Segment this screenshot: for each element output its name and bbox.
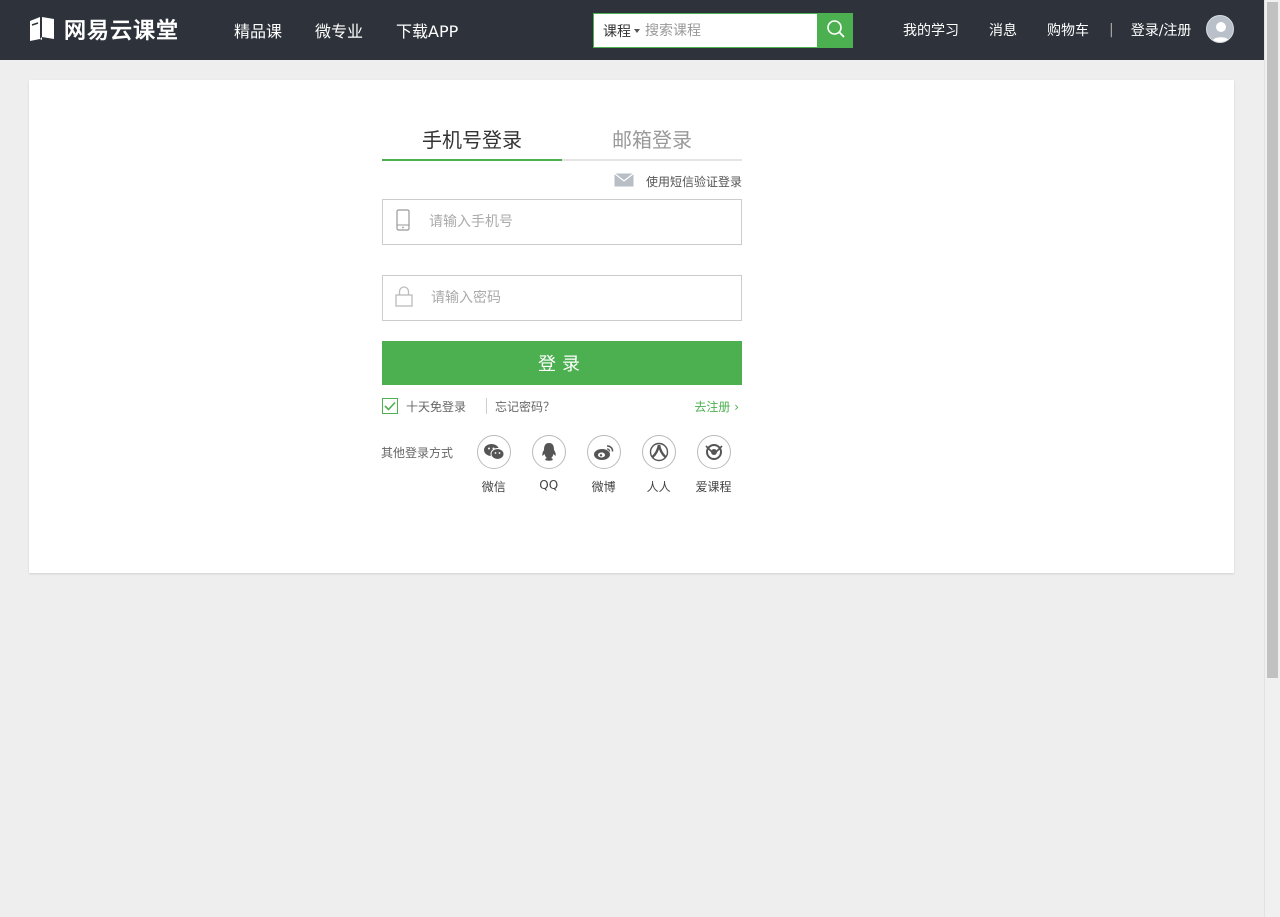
search-category-dropdown[interactable]: 课程 bbox=[603, 21, 640, 41]
login-register-link[interactable]: 登录/注册 bbox=[1131, 20, 1192, 40]
search-box: 课程 bbox=[593, 13, 818, 48]
renren-label: 人人 bbox=[646, 480, 671, 494]
scrollbar[interactable] bbox=[1264, 0, 1280, 917]
tab-phone-login[interactable]: 手机号登录 bbox=[382, 80, 562, 161]
search-input[interactable] bbox=[645, 22, 805, 39]
forgot-password-link[interactable]: 忘记密码？ bbox=[495, 398, 555, 415]
cart-link[interactable]: 购物车 bbox=[1047, 20, 1089, 40]
my-learning-link[interactable]: 我的学习 bbox=[903, 20, 959, 40]
social-login-qq[interactable]: QQ bbox=[521, 435, 576, 492]
phone-input[interactable] bbox=[429, 214, 729, 230]
search-category-label: 课程 bbox=[603, 23, 631, 40]
avatar[interactable] bbox=[1206, 15, 1234, 43]
password-input[interactable] bbox=[431, 290, 731, 306]
scrollbar-thumb[interactable] bbox=[1267, 2, 1278, 678]
social-login-wechat[interactable]: 微信 bbox=[466, 435, 521, 495]
nav-item-download-app[interactable]: 下载APP bbox=[396, 18, 458, 42]
weibo-label: 微博 bbox=[591, 480, 616, 494]
social-login-icourse[interactable]: 爱课程 bbox=[686, 435, 741, 495]
main-nav: 精品课 微专业 下载APP bbox=[234, 0, 491, 60]
envelope-icon bbox=[614, 172, 634, 190]
top-bar: 网易云课堂 精品课 微专业 下载APP 课程 我的学习 消息 购物车 | bbox=[0, 0, 1264, 60]
remember-checkbox[interactable] bbox=[382, 398, 398, 414]
sms-login-link[interactable]: 使用短信验证登录 bbox=[382, 171, 742, 191]
register-link[interactable]: 去注册 › bbox=[694, 398, 739, 415]
user-avatar-icon bbox=[1211, 22, 1231, 42]
sms-login-label: 使用短信验证登录 bbox=[645, 174, 742, 189]
social-login-weibo[interactable]: 微博 bbox=[576, 435, 631, 495]
login-tabs: 手机号登录 邮箱登录 bbox=[382, 80, 742, 161]
nav-separator: | bbox=[1109, 22, 1114, 38]
social-login: 其他登录方式 微信 QQ 微博 人人 爱课程 bbox=[381, 435, 741, 495]
login-button[interactable]: 登录 bbox=[382, 341, 742, 385]
renren-icon bbox=[641, 435, 676, 469]
book-logo-icon bbox=[28, 15, 56, 43]
lock-icon bbox=[395, 285, 413, 311]
phone-field bbox=[382, 199, 742, 245]
qq-icon bbox=[531, 435, 566, 469]
user-nav: 我的学习 消息 购物车 | 登录/注册 bbox=[903, 0, 1191, 60]
remember-label[interactable]: 十天免登录 bbox=[406, 398, 466, 415]
qq-label: QQ bbox=[539, 478, 559, 492]
phone-icon bbox=[395, 209, 411, 235]
search-icon bbox=[826, 19, 846, 43]
nav-item-premium-courses[interactable]: 精品课 bbox=[234, 18, 282, 42]
search-button[interactable] bbox=[818, 13, 853, 48]
caret-down-icon bbox=[634, 28, 640, 33]
messages-link[interactable]: 消息 bbox=[989, 20, 1017, 40]
password-field bbox=[382, 275, 742, 321]
brand-name: 网易云课堂 bbox=[64, 19, 180, 44]
tab-email-login[interactable]: 邮箱登录 bbox=[562, 80, 742, 161]
social-login-renren[interactable]: 人人 bbox=[631, 435, 686, 495]
nav-item-micro-major[interactable]: 微专业 bbox=[315, 18, 363, 42]
login-card: 手机号登录 邮箱登录 使用短信验证登录 请输入手机号 登录 十天免登录 忘记密码… bbox=[29, 80, 1234, 573]
weibo-icon bbox=[586, 435, 621, 469]
wechat-icon bbox=[476, 435, 511, 469]
login-options: 十天免登录 忘记密码？ 去注册 › bbox=[382, 397, 742, 415]
wechat-label: 微信 bbox=[481, 480, 506, 494]
icourse-icon bbox=[696, 435, 731, 469]
check-icon bbox=[384, 401, 396, 411]
options-divider bbox=[486, 398, 488, 414]
logo[interactable]: 网易云课堂 bbox=[28, 14, 179, 44]
icourse-label: 爱课程 bbox=[695, 480, 732, 494]
other-login-label: 其他登录方式 bbox=[381, 446, 454, 460]
search-bar: 课程 bbox=[593, 13, 853, 48]
login-panel: 手机号登录 邮箱登录 使用短信验证登录 请输入手机号 登录 十天免登录 忘记密码… bbox=[381, 80, 742, 495]
